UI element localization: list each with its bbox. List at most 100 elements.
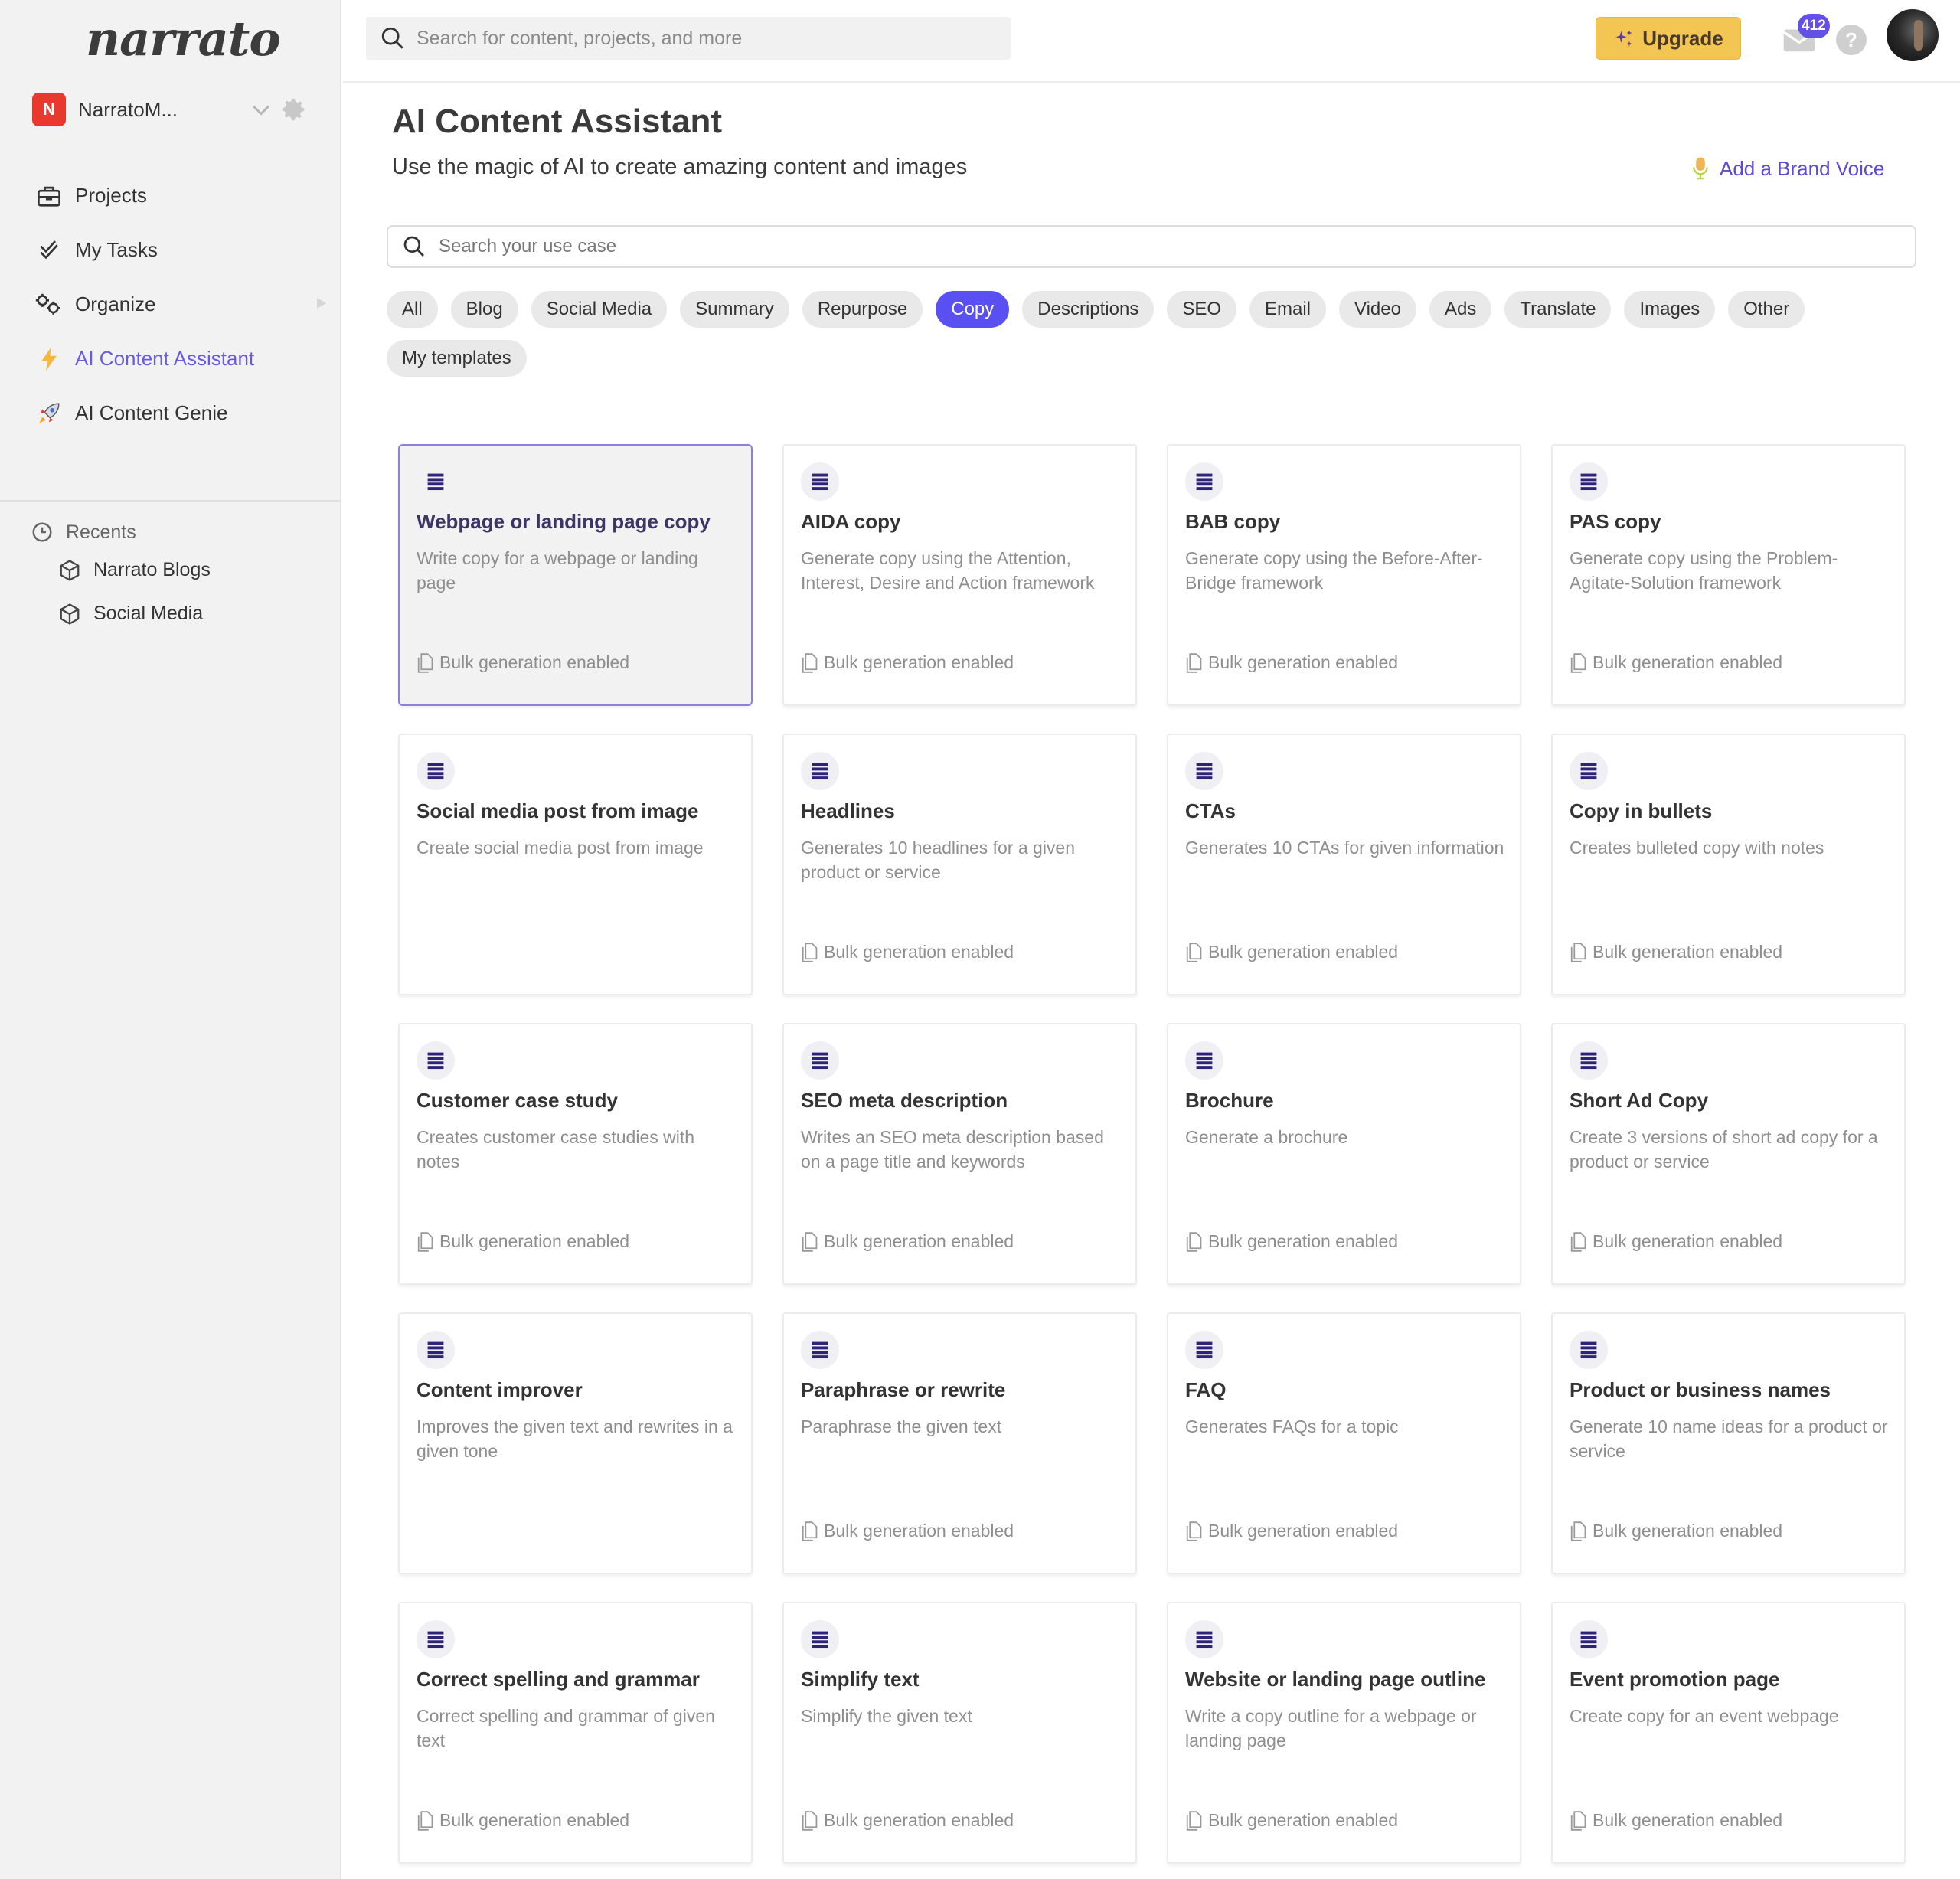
template-card[interactable]: Social media post from image Create socia… xyxy=(398,734,753,995)
sidebar-item-organize[interactable]: Organize xyxy=(34,277,326,332)
recent-item-narrato-blogs[interactable]: Narrato Blogs xyxy=(31,548,322,592)
sidebar-divider xyxy=(0,500,341,502)
sidebar-item-my-tasks[interactable]: My Tasks xyxy=(34,223,325,277)
template-card[interactable]: Paraphrase or rewrite Paraphrase the give… xyxy=(782,1312,1137,1574)
chip-seo[interactable]: SEO xyxy=(1167,291,1236,328)
narrato-logo[interactable]: narrato xyxy=(86,11,281,67)
top-bar: Upgrade 412 ? xyxy=(343,0,1960,83)
document-lines-icon xyxy=(1185,1620,1223,1658)
document-lines-icon xyxy=(801,1620,839,1658)
copy-pages-icon xyxy=(1570,1810,1592,1831)
chip-video[interactable]: Video xyxy=(1339,291,1416,328)
template-card[interactable]: AIDA copy Generate copy using the Attenti… xyxy=(782,444,1137,706)
chip-blog[interactable]: Blog xyxy=(450,291,518,328)
chevron-down-icon[interactable] xyxy=(248,96,274,123)
global-search-input[interactable] xyxy=(416,27,998,50)
sidebar-nav: Projects My Tasks Organize AI Content As… xyxy=(34,168,326,440)
sidebar-item-ai-content-genie[interactable]: AI Content Genie xyxy=(34,386,325,440)
add-brand-voice-link[interactable]: Add a Brand Voice xyxy=(1692,156,1884,181)
bulk-generation-label: Bulk generation enabled xyxy=(1592,1810,1783,1830)
lightning-icon xyxy=(34,344,64,374)
template-card[interactable]: BAB copy Generate copy using the Before-A… xyxy=(1167,444,1521,706)
template-card-title: FAQ xyxy=(1185,1378,1227,1401)
template-card[interactable]: CTAs Generates 10 CTAs for given informat… xyxy=(1167,734,1521,995)
template-card-title: SEO meta description xyxy=(801,1089,1008,1112)
chip-social-media[interactable]: Social Media xyxy=(531,291,668,328)
bulk-generation-label: Bulk generation enabled xyxy=(1208,652,1399,672)
template-card[interactable]: Correct spelling and grammar Correct spel… xyxy=(398,1602,753,1864)
double-check-icon xyxy=(34,235,64,266)
sidebar-item-ai-content-assistant[interactable]: AI Content Assistant xyxy=(34,332,325,386)
template-card[interactable]: FAQ Generates FAQs for a topic Bulk genera… xyxy=(1167,1312,1521,1574)
template-card-description: Creates customer case studies with notes xyxy=(416,1127,695,1172)
template-card[interactable]: PAS copy Generate copy using the Problem-… xyxy=(1551,444,1906,706)
recent-item-social-media[interactable]: Social Media xyxy=(31,592,322,636)
usecase-search-input[interactable] xyxy=(439,236,1817,257)
template-card-title: Content improver xyxy=(416,1378,583,1401)
cube-icon xyxy=(60,603,80,625)
template-card-title: Correct spelling and grammar xyxy=(416,1668,700,1691)
copy-pages-icon xyxy=(1570,1521,1592,1541)
template-card-description: Generate a brochure xyxy=(1185,1127,1348,1147)
chip-images[interactable]: Images xyxy=(1624,291,1716,328)
document-lines-icon xyxy=(416,752,455,790)
template-card-title: Event promotion page xyxy=(1570,1668,1780,1691)
bulk-generation-label: Bulk generation enabled xyxy=(1592,1231,1783,1251)
template-card-title: Headlines xyxy=(801,799,895,822)
global-search[interactable] xyxy=(366,17,1011,60)
template-card[interactable]: Brochure Generate a brochure Bulk generati… xyxy=(1167,1023,1521,1285)
user-avatar[interactable] xyxy=(1886,9,1939,61)
copy-pages-icon xyxy=(801,942,824,962)
template-card[interactable]: Product or business names Generate 10 nam… xyxy=(1551,1312,1906,1574)
chip-email[interactable]: Email xyxy=(1250,291,1327,328)
bulk-generation-indicator: Bulk generation enabled xyxy=(1185,652,1398,673)
template-card[interactable]: Content improver Improves the given text … xyxy=(398,1312,753,1574)
upgrade-label: Upgrade xyxy=(1642,26,1723,50)
chip-translate[interactable]: Translate xyxy=(1504,291,1612,328)
chip-copy[interactable]: Copy xyxy=(936,291,1010,328)
chip-descriptions[interactable]: Descriptions xyxy=(1022,291,1155,328)
template-card[interactable]: SEO meta description Writes an SEO meta d… xyxy=(782,1023,1137,1285)
chip-ads[interactable]: Ads xyxy=(1429,291,1492,328)
template-card[interactable]: Webpage or landing page copy Write copy f… xyxy=(398,444,753,706)
template-card[interactable]: Website or landing page outline Write a c… xyxy=(1167,1602,1521,1864)
chip-summary[interactable]: Summary xyxy=(680,291,789,328)
caret-right-icon[interactable] xyxy=(317,298,326,309)
help-icon[interactable]: ? xyxy=(1836,25,1867,55)
chip-other[interactable]: Other xyxy=(1728,291,1805,328)
sidebar-item-projects[interactable]: Projects xyxy=(34,168,325,223)
template-card-title: Webpage or landing page copy xyxy=(416,510,710,533)
bulk-generation-indicator: Bulk generation enabled xyxy=(1570,1231,1782,1252)
bulk-generation-indicator: Bulk generation enabled xyxy=(1185,1810,1398,1831)
chip-repurpose[interactable]: Repurpose xyxy=(802,291,923,328)
bulk-generation-label: Bulk generation enabled xyxy=(1592,652,1783,672)
template-card[interactable]: Simplify text Simplify the given text Bulk… xyxy=(782,1602,1137,1864)
template-card[interactable]: Short Ad Copy Create 3 versions of short … xyxy=(1551,1023,1906,1285)
template-card-title: Website or landing page outline xyxy=(1185,1668,1486,1691)
usecase-search[interactable] xyxy=(387,225,1916,268)
template-card-description: Generate copy using the Problem-Agitate-… xyxy=(1570,548,1838,593)
template-card[interactable]: Event promotion page Create copy for an e… xyxy=(1551,1602,1906,1864)
template-card-title: Social media post from image xyxy=(416,799,699,822)
bulk-generation-indicator: Bulk generation enabled xyxy=(801,942,1014,962)
template-card-title: PAS copy xyxy=(1570,510,1661,533)
chip-my-templates[interactable]: My templates xyxy=(387,340,527,377)
template-card[interactable]: Customer case study Creates customer case… xyxy=(398,1023,753,1285)
document-lines-icon xyxy=(1185,1041,1223,1080)
document-lines-icon xyxy=(416,462,455,501)
template-card[interactable]: Headlines Generates 10 headlines for a gi… xyxy=(782,734,1137,995)
template-card[interactable]: Copy in bullets Creates bulleted copy wit… xyxy=(1551,734,1906,995)
workspace-switcher[interactable]: N NarratoM... xyxy=(32,92,308,127)
copy-pages-icon xyxy=(1185,1810,1208,1831)
gears-icon xyxy=(34,289,64,320)
gear-icon[interactable] xyxy=(279,95,308,124)
bulk-generation-label: Bulk generation enabled xyxy=(824,1521,1014,1541)
template-card-description: Simplify the given text xyxy=(801,1706,972,1726)
workspace-badge: N xyxy=(32,93,66,126)
template-card-description: Generates 10 CTAs for given information xyxy=(1185,838,1504,858)
recents-header: Recents xyxy=(31,516,322,548)
bulk-generation-indicator: Bulk generation enabled xyxy=(416,1231,629,1252)
recents-section: Recents Narrato Blogs Social Media xyxy=(31,516,322,636)
chip-all[interactable]: All xyxy=(387,291,438,328)
upgrade-button[interactable]: Upgrade xyxy=(1596,17,1741,60)
